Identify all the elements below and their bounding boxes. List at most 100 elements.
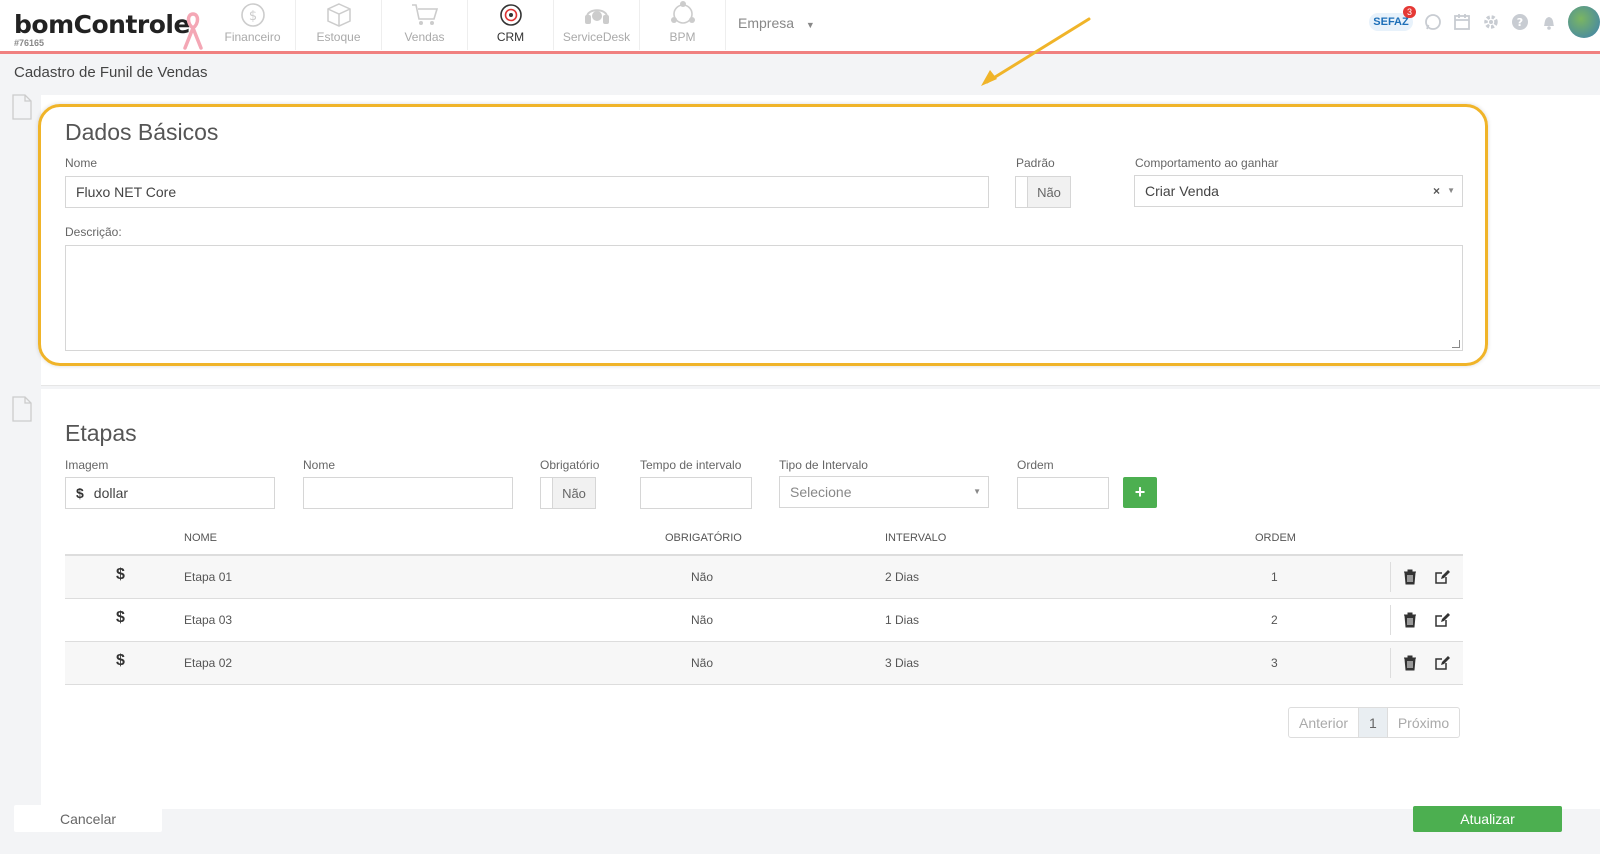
chevron-down-icon: ▼ [805,20,815,30]
sefaz-button[interactable]: SEFAZ 3 [1368,6,1416,38]
col-ordem: Ordem [1255,532,1296,544]
nav-estoque[interactable]: Estoque [296,0,382,50]
brand-logo[interactable]: bomControle [14,10,190,39]
nav-financeiro[interactable]: $ Financeiro [210,0,296,50]
cart-icon [411,4,438,25]
row-intervalo: 2 Dias [885,570,920,584]
whatsapp-icon[interactable] [1423,12,1443,32]
account-id: #76165 [14,38,45,48]
etapa-nome-input[interactable] [303,477,513,509]
document-icon [11,396,33,427]
ribbon-icon [183,12,203,55]
imagem-label: Imagem [65,458,109,472]
etapa-nome-label: Nome [303,458,336,472]
box-icon [326,3,351,27]
descricao-label: Descrição: [65,225,122,239]
nome-input[interactable]: Fluxo NET Core [65,176,989,208]
table-row: $ Etapa 02 Não 3 Dias 3 [65,642,1463,685]
row-obrigatorio: Não [691,570,714,584]
row-nome: Etapa 01 [184,570,233,584]
edit-icon[interactable] [1433,611,1451,629]
empresa-label: Empresa [738,15,795,31]
tipo-label: Tipo de Intervalo [779,458,868,472]
nome-value: Fluxo NET Core [76,184,177,200]
tipo-placeholder: Selecione [790,484,852,500]
comportamento-value: Criar Venda [1145,183,1219,199]
dollar-icon: $ [76,485,84,501]
trash-icon[interactable] [1401,654,1419,672]
nav-label: Financeiro [224,30,281,44]
row-obrigatorio: Não [691,613,714,627]
plus-icon: + [1134,482,1146,502]
chevron-down-icon: ▼ [973,487,981,496]
table-row: $ Etapa 01 Não 2 Dias 1 [65,556,1463,599]
user-avatar[interactable] [1568,6,1600,38]
obrigatorio-label: Obrigatório [540,458,600,472]
dollar-circle-icon: $ [240,3,265,27]
comportamento-label: Comportamento ao ganhar [1135,156,1279,170]
trash-icon[interactable] [1401,568,1419,586]
imagem-select[interactable]: $ dollar [65,477,275,509]
add-etapa-button[interactable]: + [1123,477,1157,508]
row-ordem: 1 [1271,570,1278,584]
nav-label: BPM [669,30,696,44]
pagination: Anterior 1 Próximo [1288,707,1461,738]
pagination-current[interactable]: 1 [1359,708,1388,737]
svg-text:?: ? [1517,16,1523,29]
pagination-next[interactable]: Próximo [1388,708,1459,737]
padrao-value: Não [1028,177,1070,207]
ordem-label: Ordem [1017,458,1054,472]
obrigatorio-value: Não [553,478,595,508]
padrao-toggle[interactable]: Não [1015,176,1071,208]
trash-icon[interactable] [1401,611,1419,629]
etapas-table-header: Nome Obrigatório Intervalo Ordem [65,526,1463,556]
nav-label: Estoque [316,30,361,44]
row-intervalo: 3 Dias [885,656,920,670]
row-actions [1390,562,1451,592]
pagination-prev[interactable]: Anterior [1289,708,1360,737]
row-actions [1390,648,1451,678]
cancel-button[interactable]: Cancelar [14,805,162,832]
page-title: Cadastro de Funil de Vendas [14,64,208,81]
nav-servicedesk[interactable]: ServiceDesk [554,0,640,50]
nav-crm[interactable]: CRM [468,0,554,50]
tipo-select[interactable]: Selecione ▼ [779,476,989,508]
row-intervalo: 1 Dias [885,613,920,627]
dollar-icon: $ [116,566,125,583]
empresa-dropdown[interactable]: Empresa ▼ [738,15,815,31]
nav-vendas[interactable]: Vendas [382,0,468,50]
dados-basicos-title: Dados Básicos [65,119,219,145]
dollar-icon: $ [116,609,125,626]
edit-icon[interactable] [1433,568,1451,586]
toggle-knob [541,478,553,508]
toggle-knob [1016,177,1028,207]
target-icon [499,4,522,26]
ordem-input[interactable] [1017,477,1109,509]
bell-icon[interactable] [1539,12,1559,32]
help-icon[interactable]: ? [1510,12,1530,32]
calendar-icon[interactable] [1452,12,1472,32]
headset-icon [584,9,609,24]
padrao-label: Padrão [1016,156,1055,170]
edit-icon[interactable] [1433,654,1451,672]
gear-icon[interactable] [1481,12,1501,32]
sefaz-badge: 3 [1402,6,1416,18]
tempo-input[interactable] [640,477,752,509]
descricao-textarea[interactable] [65,245,1463,351]
save-button[interactable]: Atualizar [1413,806,1562,832]
col-intervalo: Intervalo [885,532,947,544]
obrigatorio-toggle[interactable]: Não [540,477,596,509]
row-ordem: 2 [1271,613,1278,627]
table-row: $ Etapa 03 Não 1 Dias 2 [65,599,1463,642]
module-nav: $ Financeiro Estoque Vendas CRM ServiceD… [210,0,726,50]
col-obrigatorio: Obrigatório [665,532,742,544]
row-actions [1390,605,1451,635]
nav-label: Vendas [404,30,445,44]
nav-bpm[interactable]: BPM [640,0,726,50]
nome-label: Nome [65,156,98,170]
comportamento-select[interactable]: Criar Venda × ▼ [1134,175,1463,207]
row-ordem: 3 [1271,656,1278,670]
clear-icon[interactable]: × [1433,184,1440,198]
chevron-down-icon: ▼ [1447,186,1455,195]
resize-handle-icon[interactable] [1452,340,1460,348]
